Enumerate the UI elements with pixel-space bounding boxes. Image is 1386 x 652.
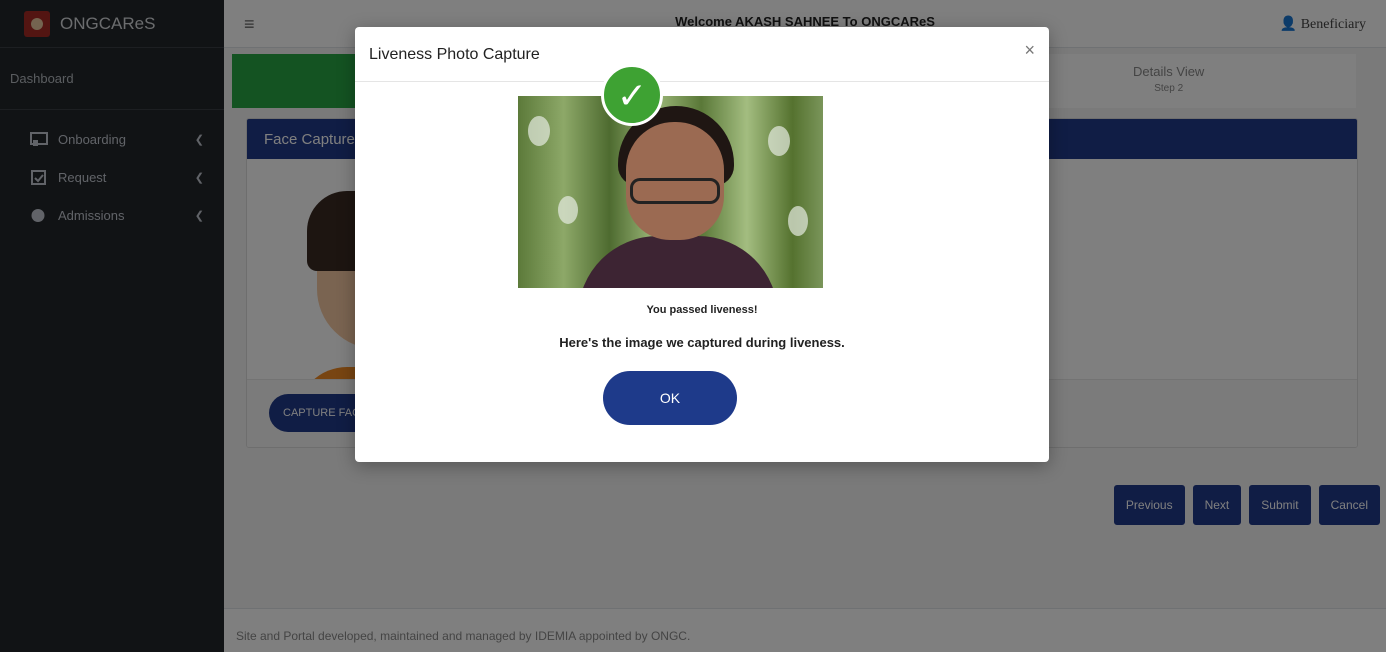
modal-title: Liveness Photo Capture	[369, 46, 540, 63]
person-body	[578, 236, 778, 288]
captured-photo	[518, 96, 823, 288]
ok-button[interactable]: OK	[603, 371, 737, 425]
person-glasses	[630, 178, 720, 204]
curtain-pattern	[768, 126, 790, 156]
liveness-passed-text: You passed liveness!	[646, 304, 758, 316]
curtain-pattern	[788, 206, 808, 236]
liveness-modal: Liveness Photo Capture × ✓ You passed li…	[355, 27, 1049, 462]
curtain-pattern	[558, 196, 578, 224]
liveness-captured-text: Here's the image we captured during live…	[559, 335, 845, 350]
success-check-icon: ✓	[601, 64, 663, 126]
curtain-pattern	[528, 116, 550, 146]
close-icon[interactable]: ×	[1024, 40, 1035, 61]
modal-header: Liveness Photo Capture ×	[355, 27, 1049, 82]
